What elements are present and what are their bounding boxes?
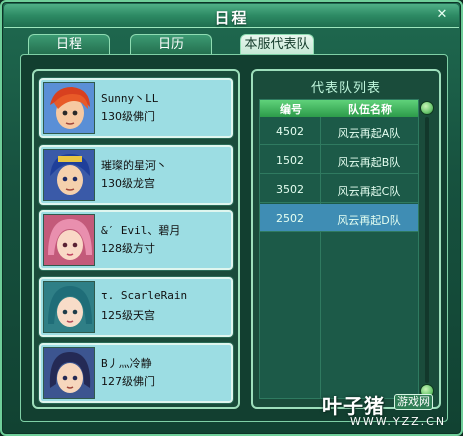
table-row[interactable]: 4502 风云再起A队 xyxy=(260,117,418,145)
tab-bar: 日程 日历 本服代表队 xyxy=(28,34,314,54)
member-card[interactable]: τ. ScarleRain 125级天宫 xyxy=(39,277,233,337)
tab-calendar[interactable]: 日历 xyxy=(130,34,212,54)
red-haired-boy-icon xyxy=(43,82,95,134)
site-watermark: 叶子猪 游戏网 WWW.YZZ.CN xyxy=(320,390,462,434)
pink-haired-girl-icon xyxy=(43,214,95,266)
team-name: 风云再起A队 xyxy=(337,127,401,140)
team-name: 风云再起B队 xyxy=(337,156,401,169)
member-level: 130级龙宫 xyxy=(101,177,155,190)
team-list-panel: 代表队列表 编号 队伍名称 4502 风云再起A队 1502 风云再起B队 35… xyxy=(251,69,441,409)
team-name: 风云再起D队 xyxy=(337,214,401,227)
team-id: 4502 xyxy=(276,125,304,138)
member-name: &′ Evil、碧月 xyxy=(101,224,181,237)
member-name: B丿灬冷静 xyxy=(101,357,152,370)
member-level: 127级佛门 xyxy=(101,375,155,388)
header-id: 编号 xyxy=(280,103,302,116)
member-level: 130级佛门 xyxy=(101,110,155,123)
member-card[interactable]: B丿灬冷静 127级佛门 xyxy=(39,343,233,403)
member-name: 璀璨的星河丶 xyxy=(101,159,167,172)
blue-haired-prince-icon xyxy=(43,149,95,201)
member-card[interactable]: &′ Evil、碧月 128级方寸 xyxy=(39,210,233,270)
member-level: 125级天宫 xyxy=(101,309,155,322)
team-id: 3502 xyxy=(276,183,304,196)
tab-schedule[interactable]: 日程 xyxy=(28,34,110,54)
header-team-name: 队伍名称 xyxy=(348,103,392,116)
watermark-badge: 游戏网 xyxy=(394,394,433,410)
member-name: τ. ScarleRain xyxy=(101,289,188,302)
close-button[interactable]: ✕ xyxy=(435,8,449,22)
scrollbar-track[interactable] xyxy=(425,117,429,383)
tab-server-team[interactable]: 本服代表队 xyxy=(240,34,314,54)
member-card[interactable]: 璀璨的星河丶 130级龙宫 xyxy=(39,145,233,205)
schedule-window: 日程 ✕ 日程 日历 本服代表队 Sunny丶LL 130级佛门 璀璨的星河丶 … xyxy=(0,0,463,436)
team-name: 风云再起C队 xyxy=(337,185,401,198)
scroll-up-icon[interactable] xyxy=(420,101,434,115)
title-bar[interactable]: 日程 ✕ xyxy=(4,4,459,28)
table-row-selected[interactable]: 2502 风云再起D队 xyxy=(260,204,418,232)
table-header: 编号 队伍名称 xyxy=(260,100,418,117)
team-list-title: 代表队列表 xyxy=(310,81,381,96)
dark-haired-woman-icon xyxy=(43,347,95,399)
team-id: 1502 xyxy=(276,154,304,167)
member-card[interactable]: Sunny丶LL 130级佛门 xyxy=(39,78,233,138)
teal-haired-girl-icon xyxy=(43,281,95,333)
watermark-url: WWW.YZZ.CN xyxy=(350,415,447,428)
table-row[interactable]: 3502 风云再起C队 xyxy=(260,175,418,203)
member-name: Sunny丶LL xyxy=(101,92,159,105)
team-table: 编号 队伍名称 4502 风云再起A队 1502 风云再起B队 3502 风云再… xyxy=(259,99,419,399)
table-row[interactable]: 1502 风云再起B队 xyxy=(260,146,418,174)
window-title: 日程 xyxy=(214,9,249,27)
member-panel: Sunny丶LL 130级佛门 璀璨的星河丶 130级龙宫 &′ Evil、碧月… xyxy=(32,69,240,409)
member-level: 128级方寸 xyxy=(101,242,155,255)
team-id: 2502 xyxy=(276,212,304,225)
